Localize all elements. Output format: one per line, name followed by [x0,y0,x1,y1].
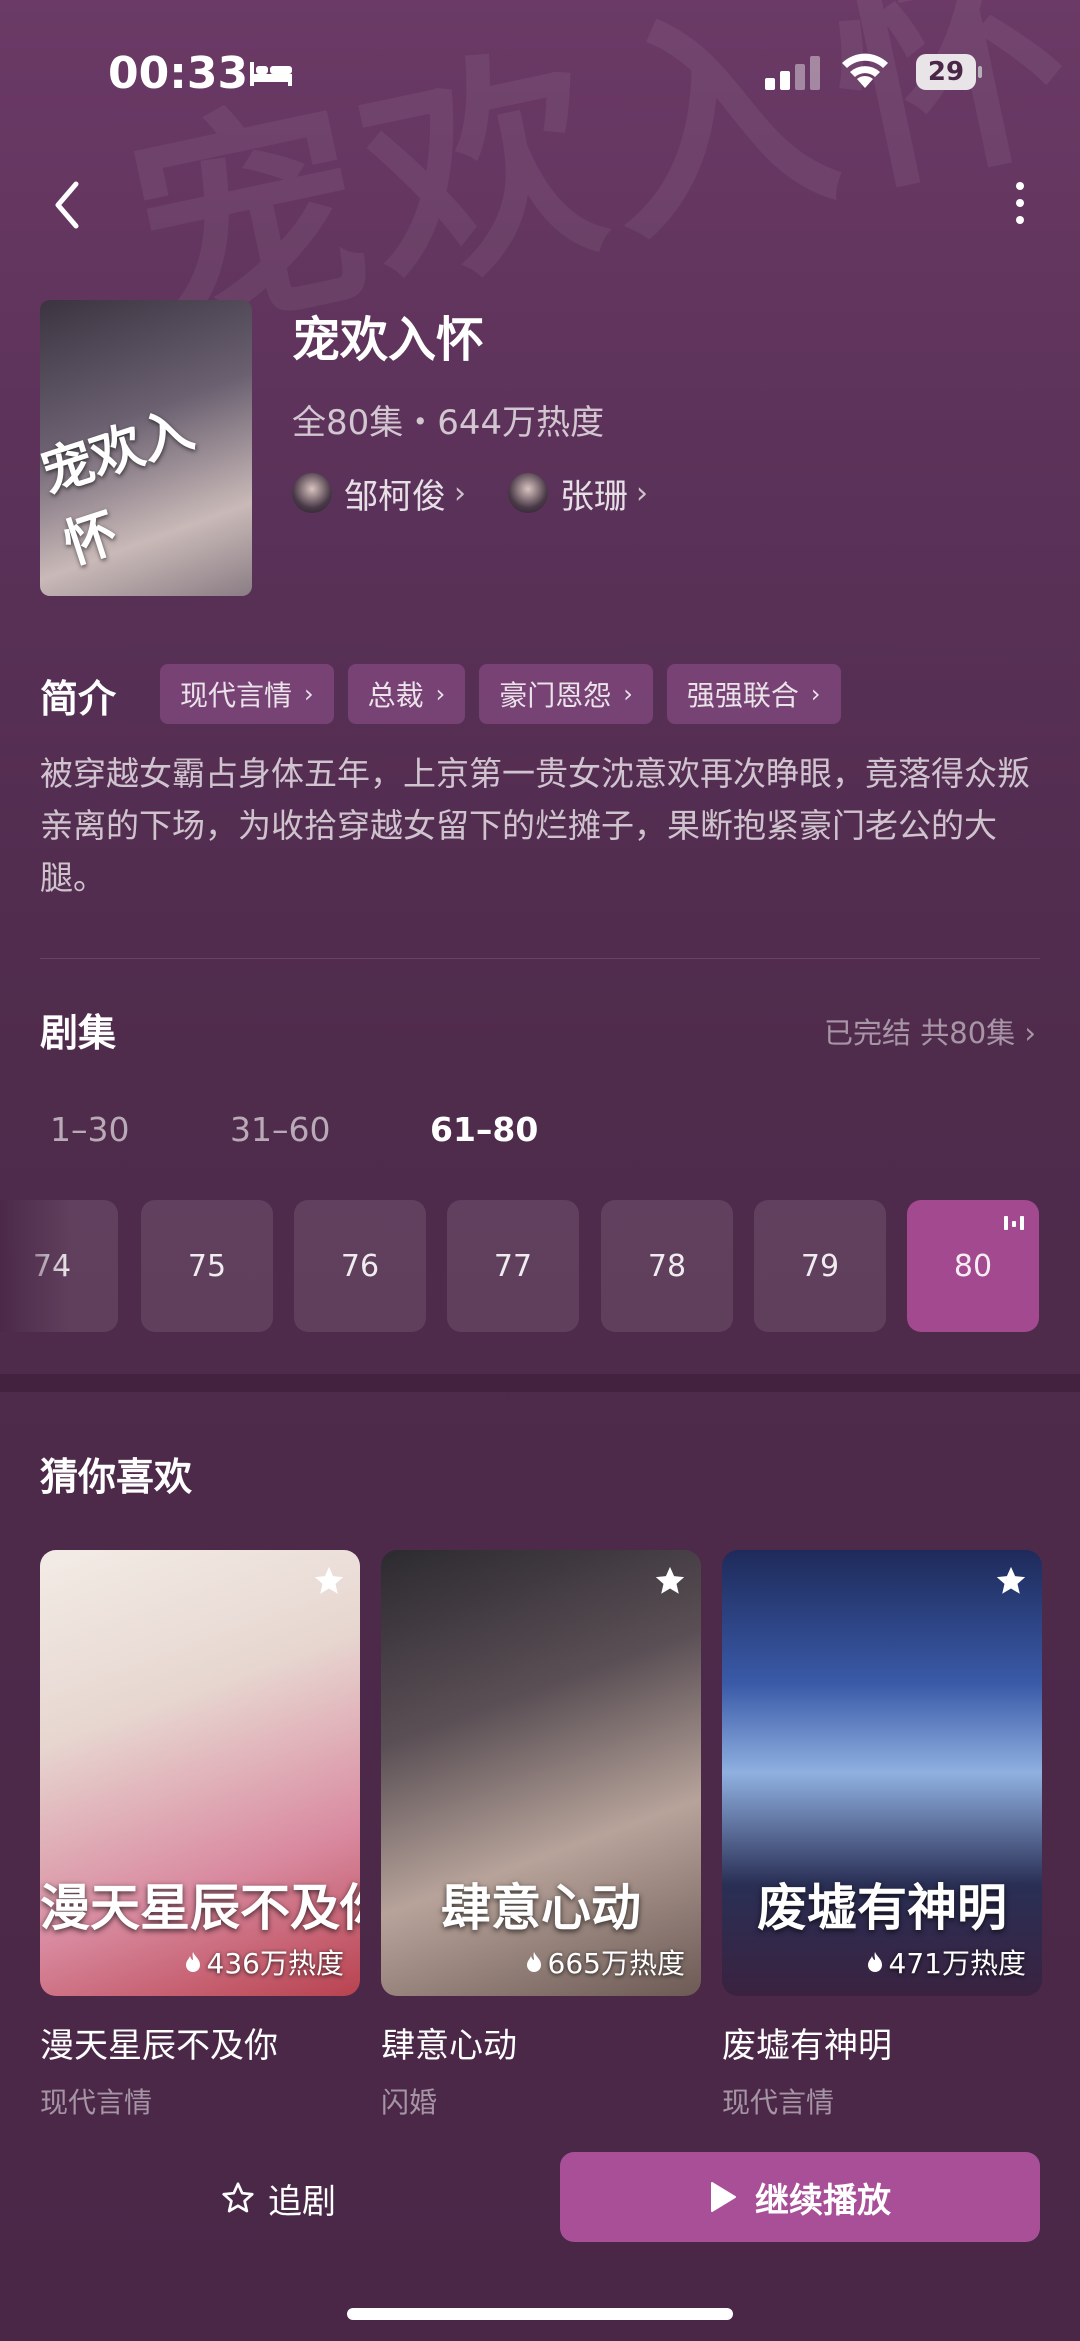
drama-poster[interactable]: 宠欢入怀 [40,300,252,596]
back-chevron-icon[interactable] [40,170,100,240]
poster-title: 宠欢入怀 [40,398,201,576]
episodes-status-link[interactable]: 已完结 共80集 › [824,1010,1036,1052]
star-icon[interactable] [312,1564,346,1598]
genre-tags: 现代言情 › 总裁 › 豪门恩怨 › 强强联合 › [160,664,841,724]
drama-detail-page: 宠欢入怀 00:33 29 宠欢入怀 宠欢入怀 全80集・644万热度 邹柯俊 … [0,0,1080,2341]
follow-label: 追剧 [268,2181,336,2222]
star-icon[interactable] [653,1564,687,1598]
chevron-right-icon: › [623,680,633,708]
status-time: 00:33 [108,48,249,99]
episodes-label: 剧集 [40,1011,117,1055]
flame-icon [867,1952,882,1972]
chevron-right-icon: › [810,680,821,708]
synopsis-text: 被穿越女霸占身体五年，上京第一贵女沈意欢再次睁眼，竟落得众叛亲离的下场，为收拾穿… [40,754,1030,897]
flame-icon [185,1952,200,1972]
chevron-right-icon: › [454,475,466,511]
heat-text: 471万热度 [888,1947,1026,1980]
drama-meta: 全80集・644万热度 [292,403,605,443]
tag-label: 现代言情 [180,679,293,712]
episodes-status: 已完结 共80集 [824,1016,1016,1050]
episode-item[interactable]: 77 [447,1200,579,1332]
avatar [508,473,548,513]
more-vertical-icon[interactable] [1000,170,1040,240]
drama-title: 宠欢入怀 [292,312,485,368]
recommendation-cover: 废墟有神明 471万热度 [722,1550,1042,1996]
continue-play-button[interactable]: 继续播放 [560,2152,1040,2242]
heat-text: 436万热度 [206,1947,344,1980]
avatar [292,473,332,513]
follow-button[interactable]: 追剧 [220,2168,336,2228]
cover-title: 肆意心动 [441,1878,641,1937]
chevron-right-icon: › [1024,1016,1036,1050]
episode-item[interactable]: 75 [141,1200,273,1332]
home-indicator[interactable] [347,2308,733,2320]
tab-range-1[interactable]: 1–30 [50,1110,130,1149]
equalizer-icon [1004,1216,1024,1230]
star-icon[interactable] [994,1564,1028,1598]
wifi-icon [842,53,888,88]
actor-name: 张珊 [560,476,628,517]
cover-title: 漫天星辰不及你 [40,1878,360,1937]
heat-text: 665万热度 [547,1947,685,1980]
episode-item[interactable]: 79 [754,1200,886,1332]
battery-tip [978,66,982,78]
episode-item[interactable]: 78 [601,1200,733,1332]
heat-badge: 471万热度 [867,1942,1026,1982]
episode-grid: 74 75 76 77 78 79 80 [0,1200,1080,1332]
heat-badge: 665万热度 [526,1942,685,1982]
play-label: 继续播放 [755,2180,891,2221]
recommendation-cover: 漫天星辰不及你 436万热度 [40,1550,360,1996]
section-separator [0,1374,1080,1392]
battery-indicator: 29 [916,54,982,90]
recommendation-card[interactable]: 废墟有神明 471万热度 废墟有神明 现代言情 [722,1550,1042,2121]
flame-icon [526,1952,541,1972]
divider [40,958,1040,959]
tab-range-2[interactable]: 31–60 [230,1110,330,1149]
recommendation-card[interactable]: 肆意心动 665万热度 肆意心动 闪婚 [381,1550,701,2121]
episode-item[interactable]: 76 [294,1200,426,1332]
episode-number: 80 [953,1248,993,1284]
status-bar: 00:33 29 [0,0,1080,150]
episode-item-current[interactable]: 80 [907,1200,1039,1332]
recommendation-cover: 肆意心动 665万热度 [381,1550,701,1996]
chevron-right-icon: › [636,475,648,511]
scroll-fade [0,1200,70,1332]
actor-link[interactable]: 邹柯俊 › [292,468,466,518]
recommendations-label: 猜你喜欢 [40,1455,193,1499]
tag-label: 豪门恩怨 [499,679,612,712]
chevron-right-icon: › [435,680,446,708]
recommendation-title: 废墟有神明 [722,2026,892,2066]
recommendation-title: 漫天星辰不及你 [40,2026,278,2066]
recommendation-genre: 现代言情 [40,2086,153,2119]
star-outline-icon [222,2182,254,2213]
play-icon [711,2182,736,2212]
recommendation-genre: 闪婚 [381,2086,438,2119]
cover-title: 废墟有神明 [757,1878,1007,1937]
actor-link[interactable]: 张珊 › [508,468,648,518]
chevron-right-icon: › [304,680,314,708]
recommendation-genre: 现代言情 [722,2086,835,2119]
bed-icon [250,62,292,86]
signal-icon [765,56,820,90]
battery-level: 29 [916,54,976,90]
recommendation-card[interactable]: 漫天星辰不及你 436万热度 漫天星辰不及你 现代言情 [40,1550,360,2121]
tag-label: 强强联合 [686,679,799,712]
genre-tag[interactable]: 总裁 › [347,664,466,724]
genre-tag[interactable]: 现代言情 › [160,664,334,724]
genre-tag[interactable]: 强强联合 › [666,664,841,724]
actor-name: 邹柯俊 [344,476,446,517]
genre-tag[interactable]: 豪门恩怨 › [479,664,653,724]
heat-badge: 436万热度 [185,1942,344,1982]
tag-label: 总裁 [367,679,424,712]
recommendation-title: 肆意心动 [381,2026,517,2066]
synopsis-label: 简介 [40,677,117,721]
tab-range-3[interactable]: 61–80 [430,1110,538,1149]
